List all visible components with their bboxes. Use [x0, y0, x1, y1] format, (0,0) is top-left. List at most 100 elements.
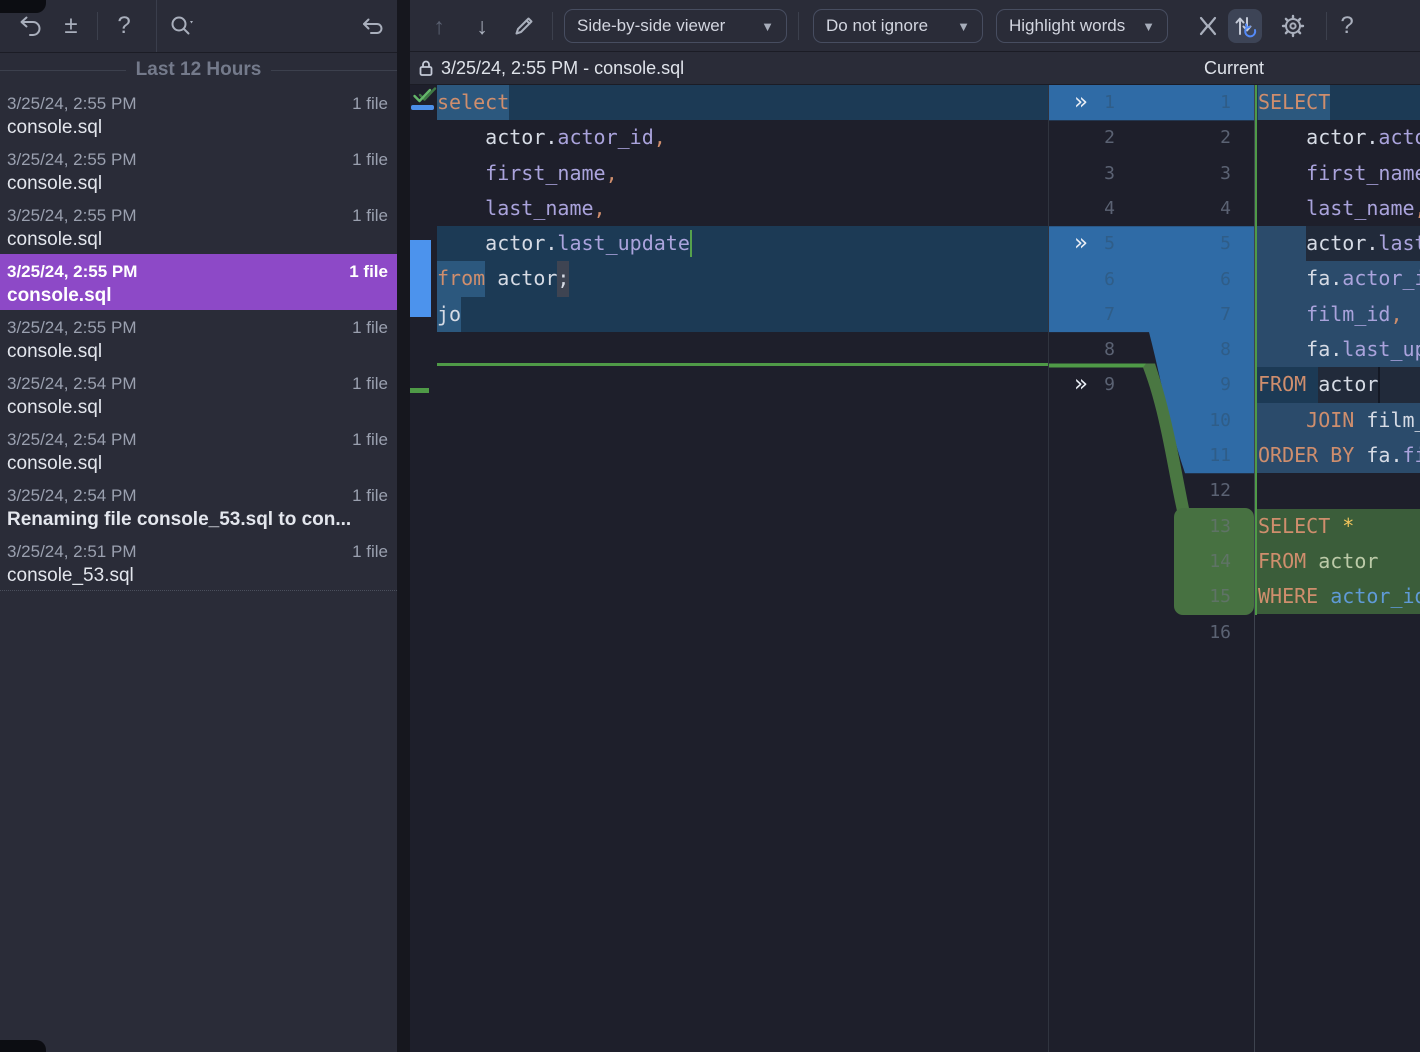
line-number: 9	[1167, 367, 1231, 402]
line-number: 2	[1063, 120, 1115, 155]
diff-viewer: ↑ ↓ Side-by-side viewer ▼ Do not ignore …	[410, 0, 1420, 1052]
entry-label: console.sql	[7, 283, 388, 308]
code-line[interactable]	[1255, 473, 1420, 508]
entry-time: 3/25/24, 2:54 PM	[7, 428, 136, 451]
rollback-icon[interactable]	[357, 0, 389, 52]
entry-time: 3/25/24, 2:55 PM	[7, 148, 136, 171]
gutter-change-marker[interactable]	[410, 240, 431, 317]
code-line[interactable]: select	[410, 85, 1048, 120]
apply-change-chevron-icon[interactable]: »	[1067, 226, 1095, 261]
entry-label: console.sql	[7, 395, 388, 420]
code-line[interactable]: jo	[410, 297, 1048, 332]
code-line[interactable]: last_name,	[410, 191, 1048, 226]
panel-splitter[interactable]	[397, 0, 410, 1052]
toolbar-divider	[97, 12, 98, 40]
entry-label: console_53.sql	[7, 563, 388, 588]
entry-file-count: 1 file	[352, 316, 388, 339]
entry-label: console.sql	[7, 227, 388, 252]
line-number: 4	[1063, 191, 1115, 226]
code-line[interactable]: actor.actor_id,	[410, 120, 1048, 155]
next-difference-icon[interactable]: ↓	[467, 0, 497, 52]
left-editor[interactable]: select actor.actor_id, first_name, last_…	[410, 85, 1048, 1052]
history-entry[interactable]: 3/25/24, 2:54 PM1 fileRenaming file cons…	[0, 478, 397, 534]
code-line[interactable]	[1255, 614, 1420, 649]
entry-label: console.sql	[7, 115, 388, 140]
line-number: 14	[1167, 544, 1231, 579]
diff-editors: select actor.actor_id, first_name, last_…	[410, 85, 1420, 1052]
gutter-change-marker[interactable]	[411, 105, 434, 110]
entry-file-count: 1 file	[352, 428, 388, 451]
collapse-unchanged-icon[interactable]	[1193, 0, 1223, 52]
code-line[interactable]: FROM actor	[1255, 367, 1420, 402]
highlight-mode-dropdown[interactable]: Highlight words ▼	[996, 9, 1168, 43]
code-line[interactable]: ORDER BY fa.film_id	[1255, 438, 1420, 473]
right-editor[interactable]: SELECT actor.actor_id, first_name, last_…	[1255, 85, 1420, 1052]
history-entry[interactable]: 3/25/24, 2:55 PM 1 fileconsole.sql	[0, 254, 397, 310]
code-line[interactable]: FROM actor	[1255, 544, 1420, 579]
code-line[interactable]: SELECT	[1255, 85, 1420, 120]
code-line[interactable]	[410, 367, 1048, 402]
apply-change-chevron-icon[interactable]: »	[1067, 367, 1095, 402]
code-line[interactable]: first_name,	[410, 156, 1048, 191]
line-number: 3	[1063, 156, 1115, 191]
entry-time: 3/25/24, 2:55 PM	[7, 204, 136, 227]
code-line[interactable]: actor.last_update	[1255, 226, 1420, 261]
ignore-policy-dropdown[interactable]: Do not ignore ▼	[813, 9, 983, 43]
code-line[interactable]: fa.last_update	[1255, 332, 1420, 367]
line-number: 2	[1167, 120, 1231, 155]
code-line[interactable]: JOIN film_actor fa	[1255, 403, 1420, 438]
search-field[interactable]	[156, 0, 397, 52]
entry-time: 3/25/24, 2:54 PM	[7, 372, 136, 395]
code-line[interactable]: WHERE actor_id	[1255, 579, 1420, 614]
entry-file-count: 1 file	[352, 372, 388, 395]
history-list: 3/25/24, 2:55 PM1 fileconsole.sql3/25/24…	[0, 86, 397, 591]
history-entry[interactable]: 3/25/24, 2:54 PM 1 fileconsole.sql	[0, 422, 397, 478]
toolbar-divider	[1326, 12, 1327, 40]
code-line[interactable]: actor.last_update	[410, 226, 1048, 261]
entry-time: 3/25/24, 2:51 PM	[7, 540, 136, 563]
line-number: 7	[1167, 297, 1231, 332]
diff-titles-bar: 3/25/24, 2:55 PM - console.sql Current	[410, 52, 1420, 85]
code-line[interactable]: last_name,	[1255, 191, 1420, 226]
chevron-down-icon: ▼	[957, 19, 970, 34]
window-corner	[0, 1040, 46, 1052]
history-entry[interactable]: 3/25/24, 2:55 PM1 fileconsole.sql	[0, 142, 397, 198]
local-history-sidebar: ± ? Last 12 Hours 3/25/24, 2:55 PM1 file…	[0, 0, 397, 1052]
code-line[interactable]: SELECT *	[1255, 509, 1420, 544]
diff-gutter: 1»2345»6789»12345678910111213141516	[1048, 85, 1255, 1052]
entry-time: 3/25/24, 2:55 PM	[7, 260, 137, 283]
window-corner	[0, 0, 46, 13]
toolbar-divider	[798, 12, 799, 40]
apply-change-chevron-icon[interactable]: »	[1067, 85, 1095, 120]
viewer-mode-dropdown[interactable]: Side-by-side viewer ▼	[564, 9, 787, 43]
code-line[interactable]: first_name,	[1255, 156, 1420, 191]
diff-toolbar: ↑ ↓ Side-by-side viewer ▼ Do not ignore …	[410, 0, 1420, 52]
entry-label: console.sql	[7, 451, 388, 476]
entry-file-count: 1 file	[352, 204, 388, 227]
history-entry[interactable]: 3/25/24, 2:55 PM1 fileconsole.sql	[0, 86, 397, 142]
history-entry[interactable]: 3/25/24, 2:55 PM1 fileconsole.sql	[0, 310, 397, 366]
edit-icon[interactable]	[509, 0, 539, 52]
code-line[interactable]: from actor;	[410, 261, 1048, 296]
sync-scrolling-toggle[interactable]	[1228, 9, 1262, 43]
code-line[interactable]: fa.actor_id,	[1255, 261, 1420, 296]
line-number: 8	[1063, 332, 1115, 367]
entry-time: 3/25/24, 2:55 PM	[7, 316, 136, 339]
history-entry[interactable]: 3/25/24, 2:54 PM 1 fileconsole.sql	[0, 366, 397, 422]
settings-gear-icon[interactable]	[1278, 0, 1308, 52]
previous-difference-icon[interactable]: ↑	[424, 0, 454, 52]
help-icon[interactable]: ?	[1332, 0, 1362, 52]
code-line[interactable]: actor.actor_id,	[1255, 120, 1420, 155]
inserted-block-border	[1255, 85, 1257, 615]
history-entry[interactable]: 3/25/24, 2:55 PM 1 fileconsole.sql	[0, 198, 397, 254]
code-line[interactable]: film_id,	[1255, 297, 1420, 332]
history-entry[interactable]: 3/25/24, 2:51 PM 1 fileconsole_53.sql	[0, 534, 397, 590]
applied-check-icon	[412, 86, 437, 107]
gutter-insert-marker[interactable]	[410, 388, 429, 393]
help-icon[interactable]: ?	[108, 0, 140, 52]
line-number: 15	[1167, 579, 1231, 614]
diff-plus-minus-icon[interactable]: ±	[55, 0, 87, 52]
entry-file-count: 1 file	[352, 540, 388, 563]
line-number: 13	[1167, 509, 1231, 544]
entry-file-count: 1 file	[349, 260, 388, 283]
